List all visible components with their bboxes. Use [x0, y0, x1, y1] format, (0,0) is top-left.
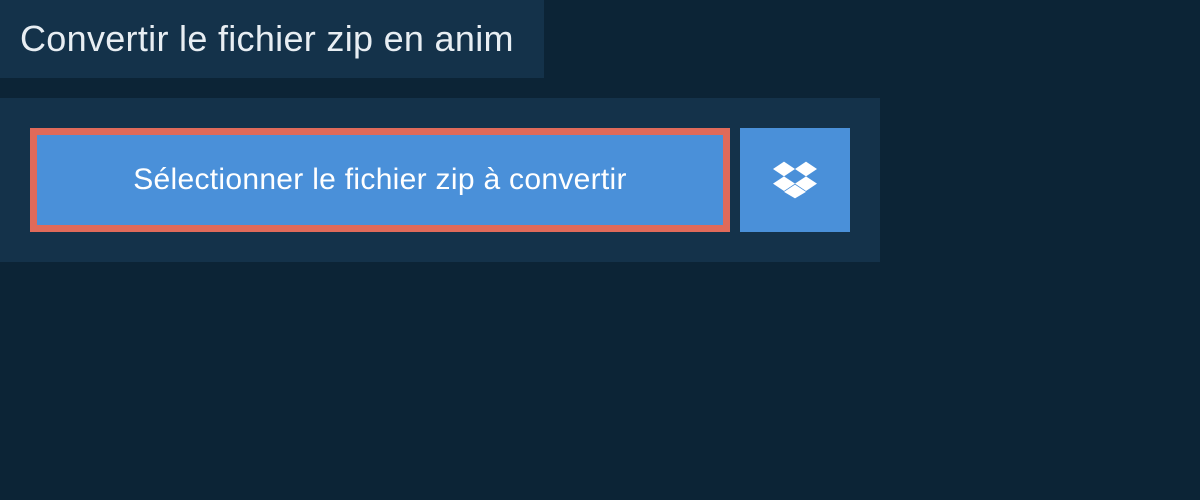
- tab-header: Convertir le fichier zip en anim: [0, 0, 1200, 78]
- dropbox-icon: [773, 158, 817, 202]
- select-file-button[interactable]: Sélectionner le fichier zip à convertir: [30, 128, 730, 232]
- tab-title[interactable]: Convertir le fichier zip en anim: [0, 0, 544, 78]
- select-file-label: Sélectionner le fichier zip à convertir: [133, 163, 627, 197]
- button-row: Sélectionner le fichier zip à convertir: [0, 98, 880, 232]
- dropbox-button[interactable]: [740, 128, 850, 232]
- converter-panel: Sélectionner le fichier zip à convertir: [0, 98, 880, 262]
